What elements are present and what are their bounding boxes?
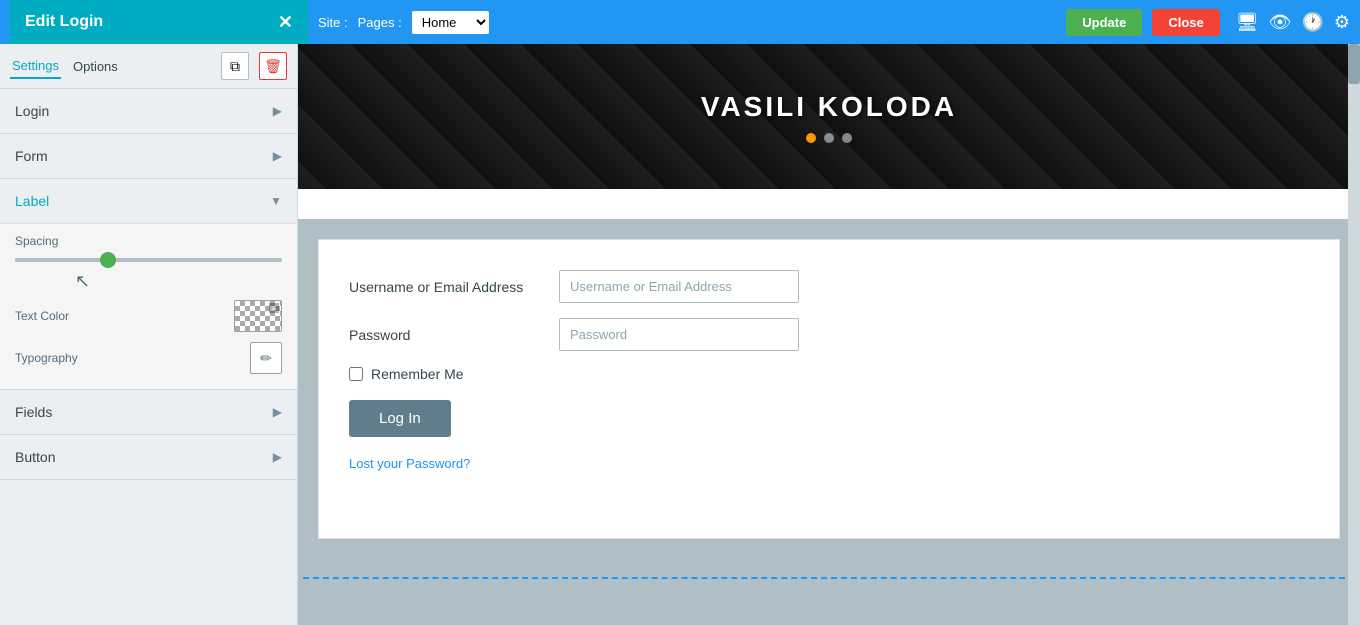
accordion-label-text: Label xyxy=(15,193,49,209)
accordion-login-label: Login xyxy=(15,103,49,119)
text-color-swatch[interactable]: ≡ xyxy=(234,300,282,332)
username-input[interactable] xyxy=(559,270,799,303)
color-overlay: ≡ xyxy=(269,303,279,313)
typography-label: Typography xyxy=(15,351,78,365)
hero-dots xyxy=(806,133,852,143)
login-button[interactable]: Log In xyxy=(349,400,451,437)
remember-label: Remember Me xyxy=(371,366,464,382)
typography-row: Typography ✏ xyxy=(15,342,282,374)
password-label: Password xyxy=(349,327,549,343)
chevron-right-icon-form: ▶ xyxy=(273,149,282,163)
typography-edit-button[interactable]: ✏ xyxy=(250,342,282,374)
pages-label: Pages : xyxy=(358,15,402,30)
delete-icon[interactable]: 🗑 xyxy=(259,52,287,80)
lost-password-link[interactable]: Lost your Password? xyxy=(349,456,470,471)
label-content: Spacing ↖ Text Color ≡ xyxy=(0,223,297,389)
slider-thumb[interactable] xyxy=(100,252,116,268)
password-input[interactable] xyxy=(559,318,799,351)
tab-options[interactable]: Options xyxy=(71,55,120,78)
cursor-area: ↖ xyxy=(15,272,282,290)
chevron-right-icon-button: ▶ xyxy=(273,450,282,464)
accordion-fields: Fields ▶ xyxy=(0,390,297,435)
topbar-icons: 🖥 👁 🕐 ⚙ xyxy=(1236,12,1350,33)
accordion-label: Label ▼ Spacing ↖ Text Color xyxy=(0,179,297,390)
username-label: Username or Email Address xyxy=(349,279,549,295)
hero-title: VASILI KOLODA xyxy=(701,91,957,123)
remember-row: Remember Me xyxy=(349,366,1309,382)
chevron-down-icon: ▼ xyxy=(270,194,282,208)
accordion-button-label: Button xyxy=(15,449,55,465)
scrollbar-thumb[interactable] xyxy=(1348,44,1360,84)
site-label: Site : xyxy=(318,15,348,30)
password-row: Password xyxy=(349,318,1309,351)
content-area: VASILI KOLODA Username or Email Address … xyxy=(298,44,1360,625)
topbar: Edit Login ✕ Site : Pages : Home About C… xyxy=(0,0,1360,44)
slider-track xyxy=(15,258,282,262)
login-panel: Username or Email Address Password Remem… xyxy=(318,239,1340,539)
duplicate-icon[interactable]: ⧉ xyxy=(221,52,249,80)
pages-select[interactable]: Home About Contact xyxy=(412,11,489,34)
cursor-pointer-icon: ↖ xyxy=(75,271,90,292)
username-row: Username or Email Address xyxy=(349,270,1309,303)
close-button[interactable]: Close xyxy=(1152,9,1219,36)
pencil-icon: ✏ xyxy=(260,350,272,367)
remember-checkbox[interactable] xyxy=(349,367,363,381)
text-color-row: Text Color ≡ xyxy=(15,300,282,332)
accordion-form: Form ▶ xyxy=(0,134,297,179)
tab-settings[interactable]: Settings xyxy=(10,54,61,79)
accordion-login-header[interactable]: Login ▶ xyxy=(0,89,297,133)
spacing-label: Spacing xyxy=(15,234,282,248)
chevron-right-icon: ▶ xyxy=(273,104,282,118)
close-x-button[interactable]: ✕ xyxy=(278,12,293,33)
sidebar: Settings Options ⧉ 🗑 Login ▶ Form ▶ Labe… xyxy=(0,44,298,625)
sitemap-icon[interactable]: ⚙ xyxy=(1334,12,1350,33)
hero-dot-2[interactable] xyxy=(824,133,834,143)
slider-fill xyxy=(15,258,108,262)
accordion-button-header[interactable]: Button ▶ xyxy=(0,435,297,479)
main-layout: Settings Options ⧉ 🗑 Login ▶ Form ▶ Labe… xyxy=(0,44,1360,625)
edit-login-title: Edit Login xyxy=(25,13,268,31)
accordion-login: Login ▶ xyxy=(0,89,297,134)
text-color-label: Text Color xyxy=(15,309,69,323)
right-scrollbar[interactable] xyxy=(1348,44,1360,625)
hero-banner: VASILI KOLODA xyxy=(298,44,1360,189)
eye-icon[interactable]: 👁 xyxy=(1269,12,1292,33)
accordion-button: Button ▶ xyxy=(0,435,297,480)
chevron-right-icon-fields: ▶ xyxy=(273,405,282,419)
accordion-fields-label: Fields xyxy=(15,404,52,420)
spacing-slider-container xyxy=(15,258,282,262)
desktop-icon[interactable]: 🖥 xyxy=(1236,12,1259,33)
hero-dot-3[interactable] xyxy=(842,133,852,143)
hero-dot-1[interactable] xyxy=(806,133,816,143)
history-icon[interactable]: 🕐 xyxy=(1301,12,1323,33)
update-button[interactable]: Update xyxy=(1066,9,1142,36)
accordion-form-header[interactable]: Form ▶ xyxy=(0,134,297,178)
accordion-fields-header[interactable]: Fields ▶ xyxy=(0,390,297,434)
dashed-line xyxy=(303,577,1355,579)
spacer-area xyxy=(298,189,1360,219)
bottom-section xyxy=(298,559,1360,589)
accordion-form-label: Form xyxy=(15,148,48,164)
sidebar-tabs: Settings Options ⧉ 🗑 xyxy=(0,44,297,89)
topbar-left: Edit Login ✕ xyxy=(10,0,308,44)
accordion-label-header[interactable]: Label ▼ xyxy=(0,179,297,223)
